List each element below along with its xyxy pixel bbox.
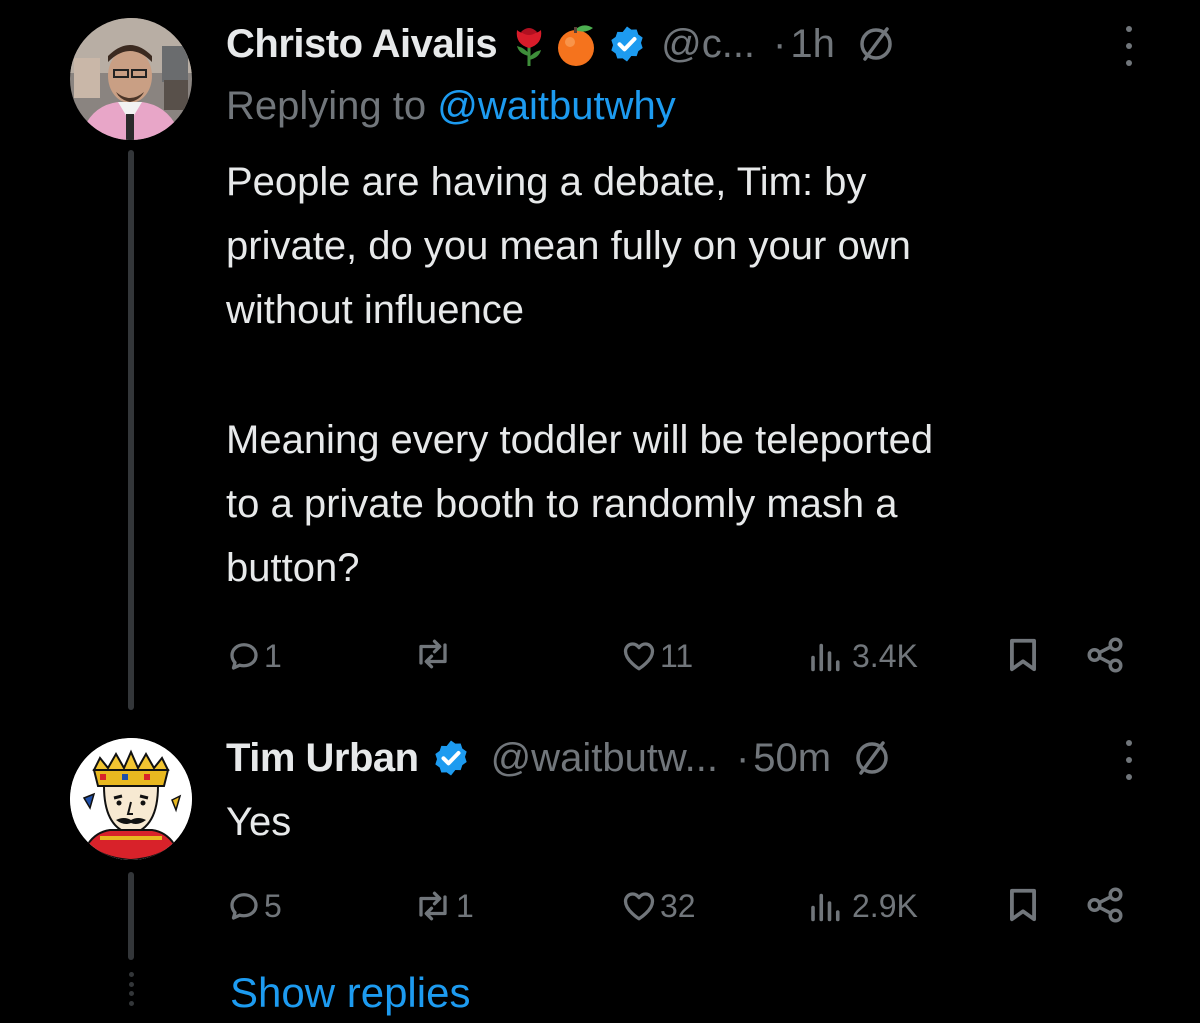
header-separator: · — [773, 22, 787, 66]
author-name[interactable]: Christo Aivalis — [226, 20, 498, 68]
repost-icon — [419, 639, 447, 669]
views-chart-icon — [811, 893, 840, 922]
repost-button[interactable] — [412, 636, 456, 672]
views-count: 3.4K — [852, 638, 918, 674]
tweet-text-line: Yes — [226, 800, 292, 844]
reply-icon — [230, 643, 258, 670]
avatar-photo — [70, 18, 192, 140]
views-button[interactable]: 3.4K — [808, 636, 918, 676]
share-button[interactable] — [1084, 634, 1126, 676]
share-button[interactable] — [1084, 884, 1126, 926]
bookmark-button[interactable] — [1006, 886, 1040, 924]
reply-count: 1 — [264, 638, 282, 674]
verified-badge-icon — [607, 24, 647, 64]
show-replies-link[interactable]: Show replies — [230, 966, 470, 1020]
tweet-text-line: private, do you mean fully on your own — [226, 224, 911, 268]
reply-icon — [230, 893, 258, 920]
author-name[interactable]: Tim Urban — [226, 734, 419, 782]
bookmark-button[interactable] — [1006, 636, 1040, 674]
tweet-time[interactable]: 50m — [753, 734, 831, 782]
grok-icon[interactable] — [853, 739, 891, 777]
heart-icon — [623, 892, 655, 921]
repost-icon — [419, 891, 447, 921]
avatar-christo-aivalis[interactable] — [70, 18, 192, 140]
tweet-time[interactable]: 1h — [790, 20, 835, 68]
tweet-header: Tim Urban @waitbutw... · 50m — [226, 734, 891, 782]
replying-to-handle-link[interactable]: @waitbutwhy — [437, 84, 675, 128]
share-icon — [1087, 887, 1123, 923]
more-options-icon[interactable] — [1124, 26, 1134, 66]
avatar-king-card-illustration — [70, 738, 192, 860]
reply-button[interactable]: 1 — [226, 636, 282, 676]
verified-badge-icon — [431, 738, 471, 778]
tweet-text-line: to a private booth to randomly mash a — [226, 482, 898, 526]
share-icon — [1087, 637, 1123, 673]
replying-to-label: Replying to — [226, 84, 427, 128]
tweet-text-line: Meaning every toddler will be teleported — [226, 418, 934, 462]
replying-to-line: Replying to @waitbutwhy — [226, 82, 676, 130]
thread-continuation-dots — [126, 972, 136, 1006]
like-count: 11 — [660, 638, 694, 674]
heart-icon — [623, 642, 655, 671]
tweet-text-line: without influence — [226, 288, 524, 332]
reply-count: 5 — [264, 888, 282, 924]
grok-icon[interactable] — [857, 25, 895, 63]
views-button[interactable]: 2.9K — [808, 886, 918, 926]
thread-connector-line — [128, 150, 134, 710]
tweet-text-line: People are having a debate, Tim: by — [226, 160, 867, 204]
like-button[interactable]: 32 — [620, 886, 696, 926]
author-handle[interactable]: @c... — [661, 20, 755, 68]
views-chart-icon — [811, 643, 840, 672]
tweet-text-line: button? — [226, 546, 360, 590]
rose-emoji — [509, 20, 549, 68]
reply-button[interactable]: 5 — [226, 886, 282, 926]
orange-emoji — [553, 20, 599, 68]
views-count: 2.9K — [852, 888, 918, 924]
author-handle[interactable]: @waitbutw... — [491, 734, 718, 782]
repost-count: 1 — [456, 888, 474, 924]
header-separator: · — [735, 736, 750, 780]
tweet-header: Christo Aivalis @c... · 1h — [226, 20, 895, 68]
thread-connector-line-lower — [128, 872, 134, 960]
like-button[interactable]: 11 — [620, 636, 693, 676]
like-count: 32 — [660, 888, 696, 924]
bookmark-icon — [1010, 888, 1036, 922]
avatar-tim-urban[interactable] — [70, 738, 192, 860]
bookmark-icon — [1010, 638, 1036, 672]
more-options-icon[interactable] — [1124, 740, 1134, 780]
repost-button[interactable]: 1 — [412, 886, 474, 926]
